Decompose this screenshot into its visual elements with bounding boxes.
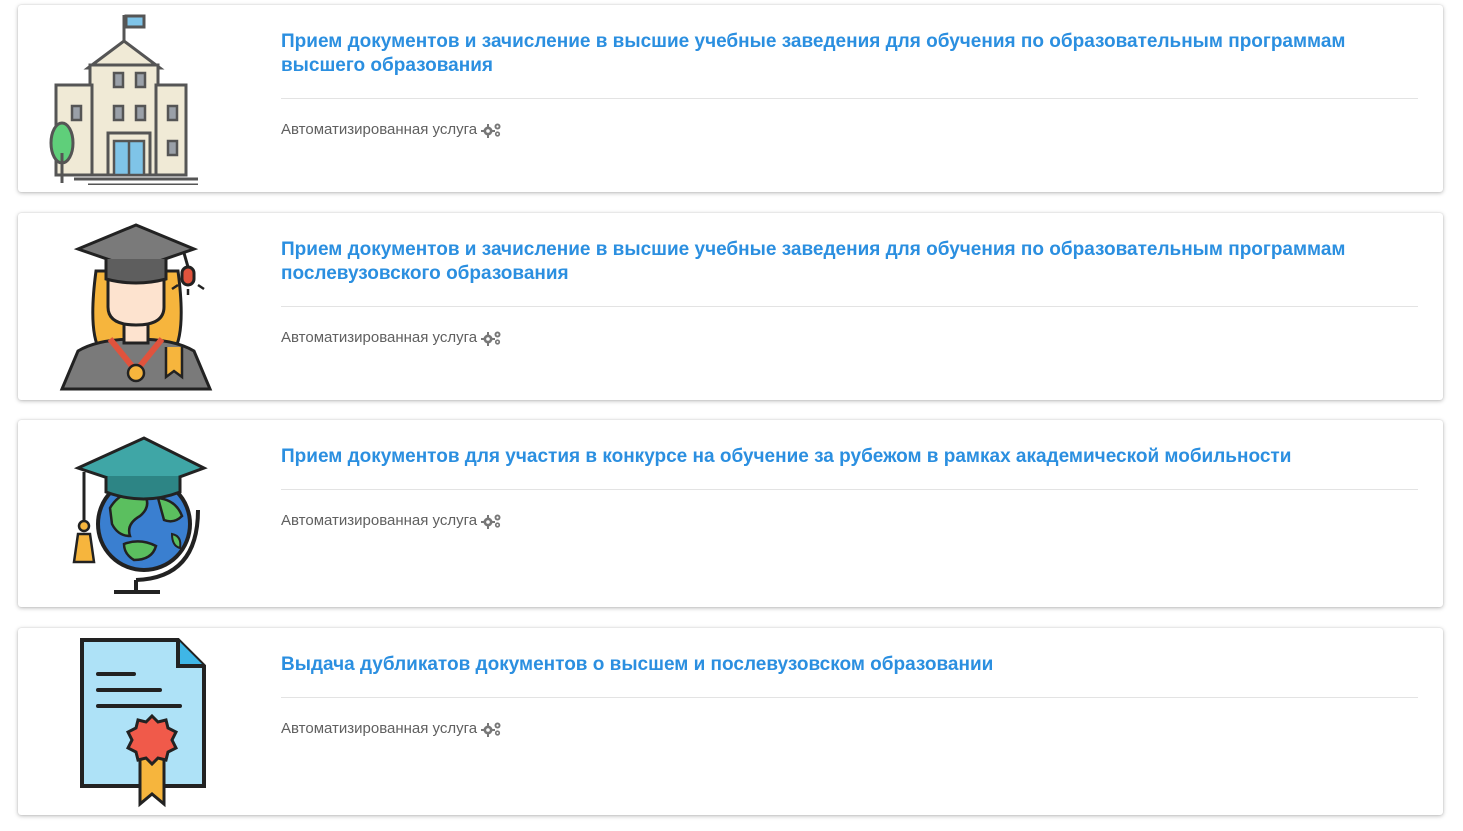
service-type-label: Автоматизированная услуга (281, 329, 478, 346)
globe-graduation-cap-icon (48, 428, 224, 600)
service-title-link[interactable]: Прием документов и зачисление в высшие у… (281, 238, 1418, 286)
service-meta: Автоматизированная услуга (281, 121, 1418, 138)
service-type-label: Автоматизированная услуга (281, 121, 478, 138)
service-type-label: Автоматизированная услуга (281, 512, 478, 529)
divider (281, 306, 1418, 307)
diploma-certificate-icon (48, 636, 224, 808)
gears-icon (481, 721, 503, 737)
service-card: Прием документов и зачисление в высшие у… (18, 5, 1443, 192)
divider (281, 98, 1418, 99)
gears-icon (481, 122, 503, 138)
service-card-body: Выдача дубликатов документов о высшем и … (281, 628, 1418, 737)
service-card: Прием документов и зачисление в высшие у… (18, 213, 1443, 400)
divider (281, 697, 1418, 698)
gears-icon (481, 513, 503, 529)
service-meta: Автоматизированная услуга (281, 329, 1418, 346)
service-card-body: Прием документов для участия в конкурсе … (281, 420, 1418, 529)
service-card: Выдача дубликатов документов о высшем и … (18, 628, 1443, 815)
service-title-link[interactable]: Выдача дубликатов документов о высшем и … (281, 653, 1418, 677)
service-title-link[interactable]: Прием документов и зачисление в высшие у… (281, 30, 1418, 78)
service-meta: Автоматизированная услуга (281, 720, 1418, 737)
divider (281, 489, 1418, 490)
service-card-body: Прием документов и зачисление в высшие у… (281, 213, 1418, 346)
university-building-icon (48, 13, 224, 185)
graduate-student-icon (48, 221, 224, 393)
service-card: Прием документов для участия в конкурсе … (18, 420, 1443, 607)
service-meta: Автоматизированная услуга (281, 512, 1418, 529)
service-type-label: Автоматизированная услуга (281, 720, 478, 737)
service-list: Прием документов и зачисление в высшие у… (0, 0, 1463, 831)
service-card-body: Прием документов и зачисление в высшие у… (281, 5, 1418, 138)
service-title-link[interactable]: Прием документов для участия в конкурсе … (281, 445, 1418, 469)
gears-icon (481, 330, 503, 346)
